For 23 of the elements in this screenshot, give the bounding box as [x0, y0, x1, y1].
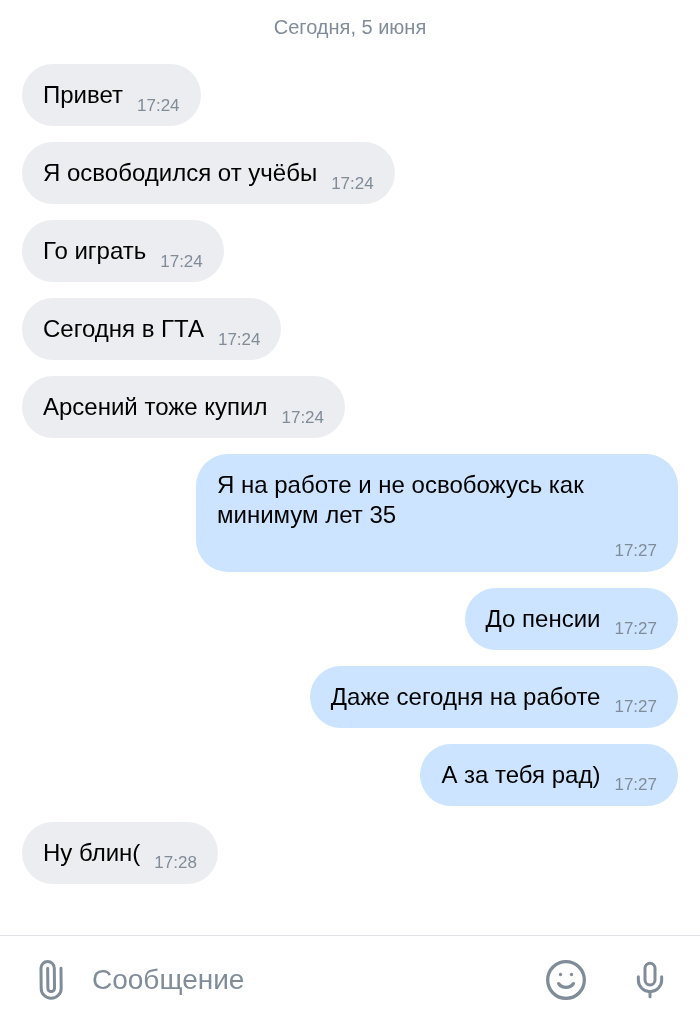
- message-time: 17:27: [614, 696, 657, 718]
- message-text: Арсений тоже купил: [43, 392, 268, 422]
- message-text: А за тебя рад): [441, 759, 601, 790]
- message-time: 17:24: [331, 172, 374, 195]
- message-time: 17:27: [614, 540, 657, 562]
- message-text: Я освободился от учёбы: [43, 158, 318, 188]
- date-header: Сегодня, 5 июня: [273, 15, 427, 40]
- message-time: 17:24: [281, 406, 325, 429]
- message-time: 17:28: [154, 852, 197, 874]
- message-time: 17:24: [217, 328, 261, 351]
- message-field[interactable]: Сообщение: [92, 958, 522, 1001]
- message-time: 17:27: [614, 774, 657, 796]
- message-text: Привет: [43, 80, 124, 110]
- message-text: Я на работе и не освобожусь как минимум лет 35: [217, 470, 585, 530]
- message-text: Ну блин(: [43, 837, 141, 868]
- message-time: 17:27: [614, 618, 657, 640]
- message-text: Го играть: [43, 236, 147, 266]
- message-text: Сегодня в ГТА: [43, 314, 204, 344]
- message-text: До пенсии: [485, 603, 601, 634]
- emoji-icon[interactable]: [544, 957, 588, 1002]
- message-text: Даже сегодня на работе: [330, 681, 601, 712]
- message-time: 17:24: [160, 250, 203, 273]
- message-time: 17:24: [137, 94, 180, 117]
